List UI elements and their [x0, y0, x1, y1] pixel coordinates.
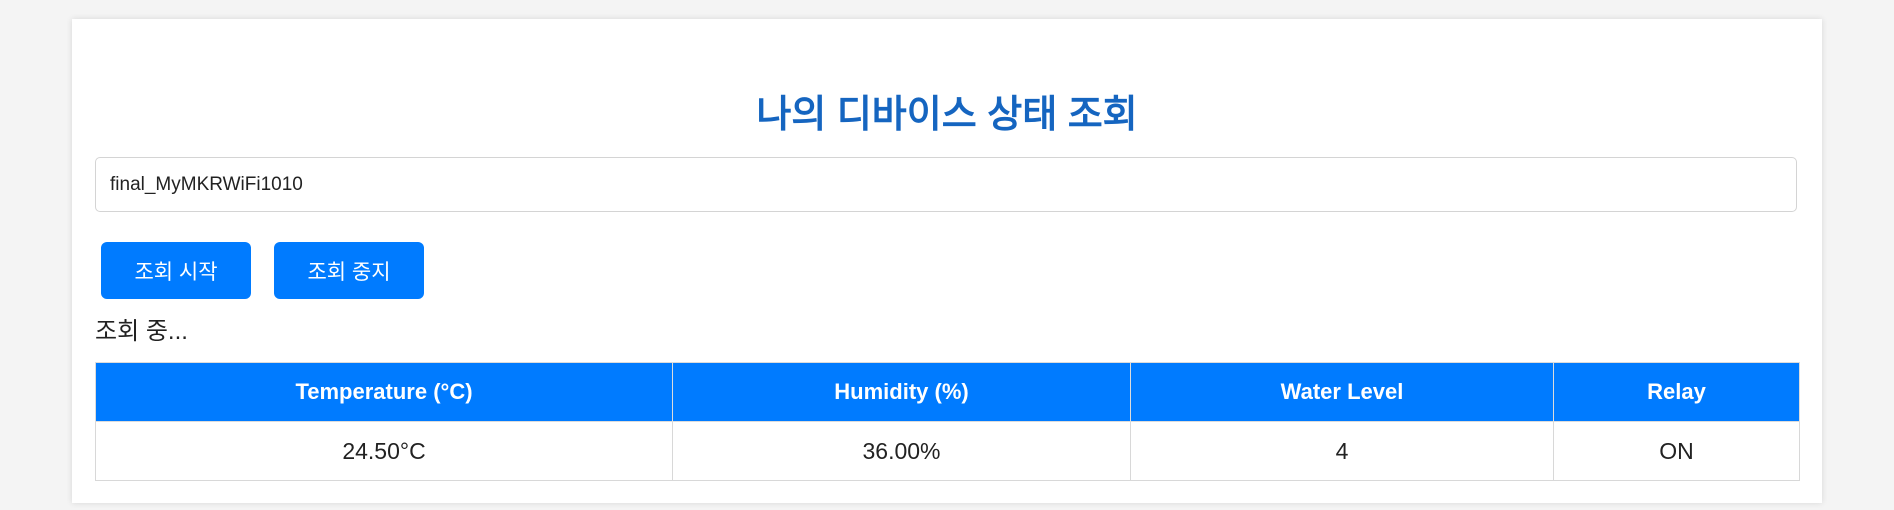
column-header-humidity: Humidity (%) — [672, 362, 1131, 422]
temperature-cell: 24.50°C — [95, 421, 673, 481]
column-header-temperature: Temperature (°C) — [95, 362, 673, 422]
table-row: 24.50°C 36.00% 4 ON — [95, 421, 1800, 481]
device-name-input[interactable] — [95, 157, 1797, 212]
water-level-cell: 4 — [1130, 421, 1554, 481]
stop-query-button[interactable]: 조회 중지 — [274, 242, 424, 299]
column-header-relay: Relay — [1553, 362, 1800, 422]
humidity-cell: 36.00% — [672, 421, 1131, 481]
table-header-row: Temperature (°C) Humidity (%) Water Leve… — [95, 362, 1800, 422]
column-header-water-level: Water Level — [1130, 362, 1554, 422]
main-card: 나의 디바이스 상태 조회 조회 시작 조회 중지 조회 중... Temper… — [72, 19, 1822, 503]
device-status-table: Temperature (°C) Humidity (%) Water Leve… — [95, 362, 1800, 481]
status-text: 조회 중... — [95, 318, 188, 345]
start-query-button[interactable]: 조회 시작 — [101, 242, 251, 299]
page-title: 나의 디바이스 상태 조회 — [756, 94, 1138, 136]
relay-cell: ON — [1553, 421, 1800, 481]
